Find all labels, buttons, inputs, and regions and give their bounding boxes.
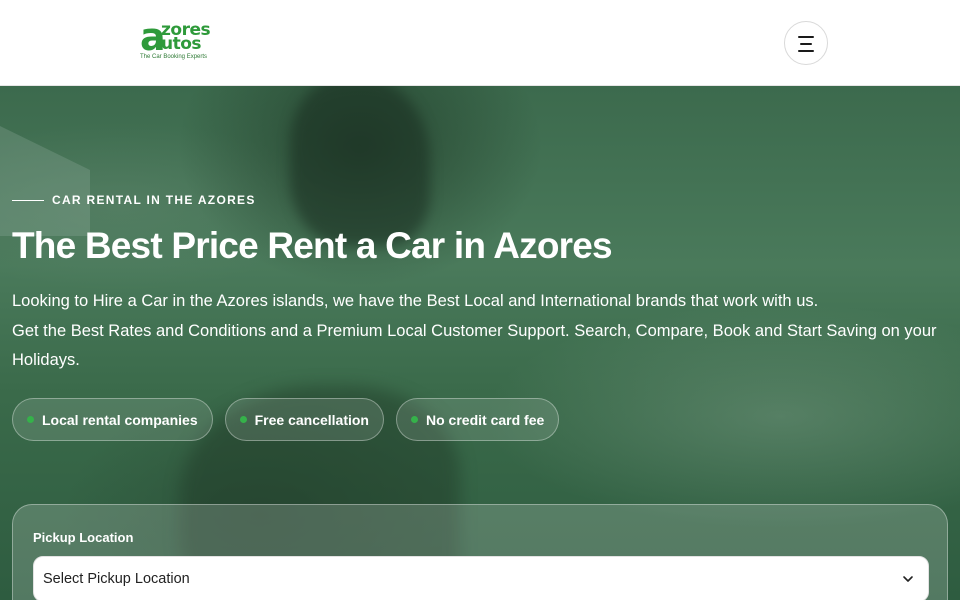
- eyebrow-text: CAR RENTAL IN THE AZORES: [52, 193, 256, 207]
- logo-line-2: utos: [161, 34, 202, 54]
- badge-label: Free cancellation: [254, 411, 369, 428]
- azores-autos-logo[interactable]: a zores utos The Car Booking Experts: [140, 18, 220, 64]
- badge-dot-icon: [239, 416, 247, 423]
- hamburger-menu-icon-bar: [798, 50, 814, 52]
- hero-description-line-2: Get the Best Rates and Conditions and a …: [12, 321, 937, 370]
- hero-background-photo: [0, 126, 90, 236]
- search-form-card: Pickup Location Select Pickup Location: [12, 504, 948, 600]
- badge-dot-icon: [27, 416, 34, 423]
- badge-dot-icon: [411, 416, 418, 423]
- badge-label: Local rental companies: [42, 411, 198, 428]
- pickup-location-select[interactable]: Select Pickup Location: [33, 556, 929, 600]
- hero-section: CAR RENTAL IN THE AZORES The Best Price …: [0, 86, 960, 600]
- menu-button[interactable]: [784, 21, 828, 65]
- feature-badge-free-cancellation: Free cancellation: [224, 398, 384, 441]
- page-title: The Best Price Rent a Car in Azores: [12, 225, 613, 266]
- hamburger-menu-icon-bar: [800, 43, 812, 45]
- pickup-location-label: Pickup Location: [33, 530, 134, 545]
- chevron-down-icon: [903, 576, 913, 582]
- site-header: a zores utos The Car Booking Experts: [0, 0, 960, 86]
- feature-badges: Local rental companies Free cancellation…: [12, 398, 560, 441]
- hamburger-menu-icon: [798, 36, 814, 38]
- logo-tagline: The Car Booking Experts: [140, 54, 208, 60]
- feature-badge-no-card-fee: No credit card fee: [396, 398, 560, 441]
- eyebrow-rule: [12, 199, 44, 201]
- hero-description-line-1: Looking to Hire a Car in the Azores isla…: [12, 292, 819, 310]
- badge-label: No credit card fee: [426, 411, 545, 428]
- hero-eyebrow: CAR RENTAL IN THE AZORES: [12, 193, 256, 207]
- pickup-location-value: Select Pickup Location: [43, 571, 190, 587]
- hero-description: Looking to Hire a Car in the Azores isla…: [12, 287, 952, 376]
- hero-background-photo: [290, 86, 430, 246]
- feature-badge-local-companies: Local rental companies: [12, 398, 213, 441]
